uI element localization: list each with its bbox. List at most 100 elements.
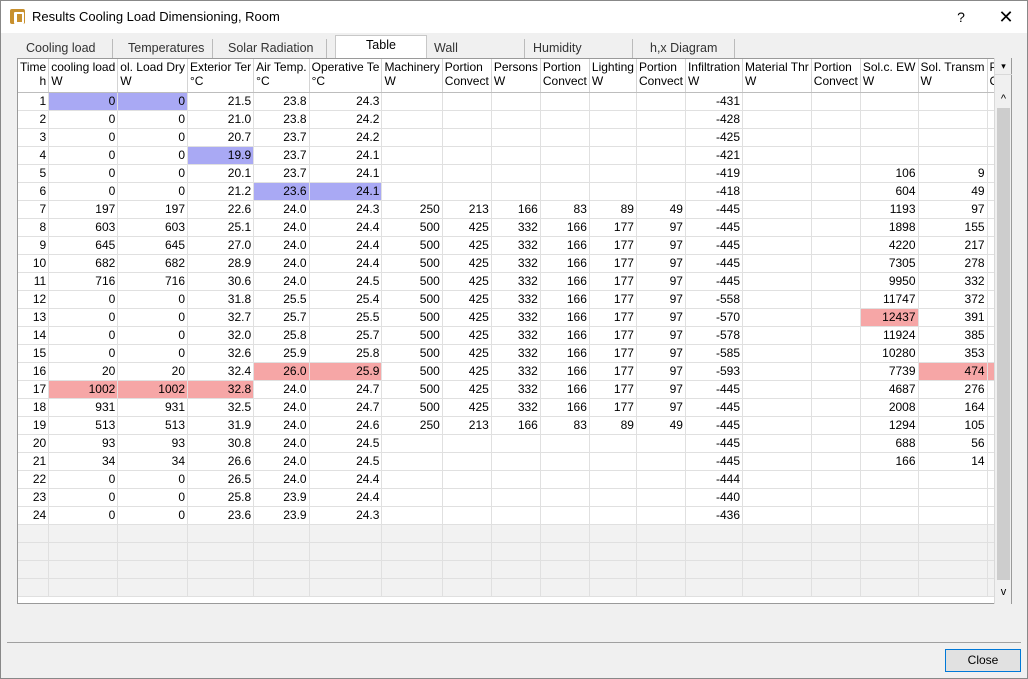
empty-cell xyxy=(540,560,590,579)
table-cell xyxy=(540,452,590,471)
close-button[interactable]: Close xyxy=(945,649,1021,672)
table-cell: 23.7 xyxy=(253,128,310,147)
table-row[interactable]: 21343426.624.024.5-445166141 xyxy=(18,452,1011,471)
scroll-thumb[interactable] xyxy=(997,108,1010,580)
tab-hx-diagram[interactable]: h,x Diagram xyxy=(642,39,735,59)
table-row[interactable]: 22 0 0 26.5 24.0 24.4 -444 xyxy=(18,470,1011,489)
table-cell: 250 xyxy=(381,200,443,219)
empty-cell xyxy=(18,578,50,597)
table-row[interactable]: 18 931 931 32.5 24.0 24.7 500 425 332 166 177 97 -44… xyxy=(18,398,1011,417)
column-header[interactable]: cooling load W xyxy=(48,59,119,93)
table-row[interactable]: 13 0 0 32.7 25.7 25.5 500 425 332 166 177 97 -570 124… xyxy=(18,308,1011,327)
table-cell: 425 xyxy=(442,344,492,363)
empty-cell xyxy=(253,578,310,597)
close-window-icon[interactable]: ✕ xyxy=(991,5,1021,29)
table-cell: 97 xyxy=(636,236,686,255)
table-row[interactable]: 3 0 0 20.7 23.7 24.2 -425 xyxy=(18,128,1011,147)
table-cell xyxy=(860,110,919,129)
table-cell xyxy=(860,488,919,507)
column-header[interactable]: Operative Te °C xyxy=(309,59,383,93)
empty-cell xyxy=(589,578,637,597)
table-row[interactable]: 17 1002 1002 32.8 24.0 24.7 500 425 332 166 177 97-… xyxy=(18,380,1011,399)
table-cell: 49 xyxy=(918,182,988,201)
table-cell xyxy=(811,434,861,453)
table-cell: 106 xyxy=(860,164,919,183)
table-row[interactable]: 50020.123.724.1-41910690 xyxy=(18,164,1011,183)
column-header[interactable]: ol. Load Dry W xyxy=(117,59,188,93)
scroll-up-icon[interactable]: ^ xyxy=(995,92,1012,106)
table-cell: 24.3 xyxy=(309,92,383,111)
table-cell: 31.9 xyxy=(187,416,255,435)
table-row[interactable]: 1 0 0 21.5 23.8 24.3 -431 xyxy=(18,92,1011,111)
column-header[interactable]: Sol.c. EW W xyxy=(860,59,919,93)
table-cell: 24.0 xyxy=(253,254,310,273)
table-cell: 425 xyxy=(442,326,492,345)
table-row[interactable]: 4 0 0 19.9 23.7 24.1 -421 xyxy=(18,146,1011,165)
table-cell: 7739 xyxy=(860,362,919,381)
column-header[interactable]: PortionConvect xyxy=(540,59,590,93)
vertical-scrollbar[interactable]: ▾ ^ v xyxy=(994,58,1012,604)
table-cell xyxy=(742,488,812,507)
tab-temperatures[interactable]: Temperatures xyxy=(120,39,213,59)
table-cell: 32.6 xyxy=(187,344,255,363)
empty-cell xyxy=(48,524,119,543)
app-logo-icon xyxy=(10,9,25,24)
table-cell: -445 xyxy=(685,398,744,417)
table-row[interactable]: 12 0 0 31.8 25.5 25.4 500 425 332 166 177 97 -558 117… xyxy=(18,290,1011,309)
help-button[interactable]: ? xyxy=(946,5,976,29)
table-cell: 97 xyxy=(636,380,686,399)
column-header[interactable]: Air Temp. °C xyxy=(253,59,310,93)
column-header[interactable]: Time h xyxy=(18,59,50,93)
table-cell xyxy=(918,488,988,507)
column-header[interactable]: PortionConvect xyxy=(442,59,492,93)
column-header[interactable]: PortionConvect xyxy=(811,59,861,93)
table-cell xyxy=(442,146,492,165)
table-cell: 0 xyxy=(117,326,188,345)
table-row[interactable]: 14 0 0 32.0 25.8 25.7 500 425 332 166 177 97 -578 119… xyxy=(18,326,1011,345)
table-cell: 500 xyxy=(381,218,443,237)
table-cell: 5 xyxy=(18,164,50,183)
tab-solar-radiation[interactable]: Solar Radiation xyxy=(220,39,327,59)
column-header[interactable]: PortionConvect xyxy=(636,59,686,93)
column-header[interactable]: Material Thr W xyxy=(742,59,812,93)
column-header[interactable]: Sol. Transm W xyxy=(918,59,988,93)
column-header[interactable]: Machinery W xyxy=(381,59,443,93)
column-header[interactable]: Exterior Ter °C xyxy=(187,59,255,93)
tab-humidity-balance[interactable]: Humidity Balance xyxy=(525,39,633,73)
table-row[interactable]: 60021.223.624.1-418604492 xyxy=(18,182,1011,201)
table-cell: 24 xyxy=(18,506,50,525)
table-cell: 0 xyxy=(48,128,119,147)
tab-wall-simulation[interactable]: Wall Simulation xyxy=(426,39,525,73)
table-row[interactable]: 7 197 197 22.6 24.0 24.3 250 213 166 83 89 49 -445 11… xyxy=(18,200,1011,219)
table-row[interactable]: 10 682 682 28.9 24.0 24.4 500 425 332 166 177 97 -44… xyxy=(18,254,1011,273)
column-header[interactable]: Infiltration W xyxy=(685,59,744,93)
table-row[interactable]: 19 513 513 31.9 24.0 24.6 250 213 166 83 89 49 -445 1… xyxy=(18,416,1011,435)
table-cell: 425 xyxy=(442,254,492,273)
tab-table[interactable]: Table xyxy=(335,35,427,59)
table-cell: 89 xyxy=(589,416,637,435)
table-cell: -444 xyxy=(685,470,744,489)
table-cell: 391 xyxy=(918,308,988,327)
scroll-down-icon[interactable]: v xyxy=(995,585,1012,599)
table-row[interactable]: 23 0 0 25.8 23.9 24.4 -440 xyxy=(18,488,1011,507)
table-row[interactable]: 8 603 603 25.1 24.0 24.4 500 425 332 166 177 97 -445… xyxy=(18,218,1011,237)
column-header[interactable]: Lighting W xyxy=(589,59,637,93)
table-row[interactable]: 24 0 0 23.6 23.9 24.3 -436 xyxy=(18,506,1011,525)
tab-cooling-load[interactable]: Cooling load xyxy=(18,39,113,59)
table-cell: 276 xyxy=(918,380,988,399)
table-cell: -445 xyxy=(685,200,744,219)
column-header-name: Machinery xyxy=(384,60,440,74)
table-row[interactable]: 16 20 20 32.4 26.0 25.9 500 425 332 166 177 97 -593 7… xyxy=(18,362,1011,381)
table-cell: 24.0 xyxy=(253,452,310,471)
column-header[interactable]: Persons W xyxy=(491,59,541,93)
table-cell xyxy=(636,92,686,111)
table-row[interactable]: 15 0 0 32.6 25.9 25.8 500 425 332 166 177 97 -585 102… xyxy=(18,344,1011,363)
column-menu-icon[interactable]: ▾ xyxy=(995,58,1012,75)
empty-cell xyxy=(811,560,861,579)
table-cell: 645 xyxy=(117,236,188,255)
table-row[interactable]: 9 645 645 27.0 24.0 24.4 500 425 332 166 177 97 -445… xyxy=(18,236,1011,255)
table-row[interactable]: 11 716 716 30.6 24.0 24.5 500 425 332 166 177 97 -44… xyxy=(18,272,1011,291)
table-row[interactable]: 20939330.824.024.5-445688563 xyxy=(18,434,1011,453)
table-row[interactable]: 2 0 0 21.0 23.8 24.2 -428 xyxy=(18,110,1011,129)
table-cell xyxy=(811,128,861,147)
